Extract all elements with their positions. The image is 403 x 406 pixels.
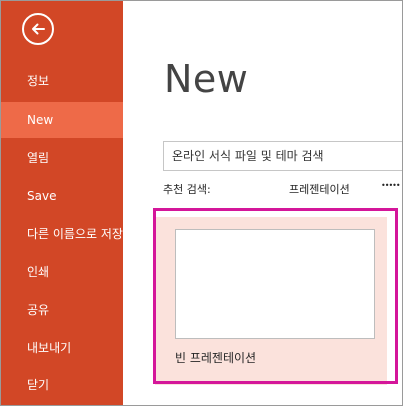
- suggested-searches-label: 추천 검색:: [163, 183, 211, 196]
- more-suggestions-icon: •••••: [381, 181, 401, 190]
- suggested-search-link-presentation[interactable]: 프레젠테이션: [289, 181, 350, 197]
- nav-item-info[interactable]: 정보: [1, 63, 123, 99]
- back-button[interactable]: [22, 13, 54, 45]
- nav-item-close[interactable]: 닫기: [1, 367, 123, 403]
- backstage-window: 정보 New 열림 Save 다른 이름으로 저장 인쇄 공유 내보내기 닫기 …: [0, 0, 403, 406]
- template-thumbnail: [175, 229, 375, 339]
- nav-item-save-as[interactable]: 다른 이름으로 저장: [1, 216, 123, 252]
- nav-item-new[interactable]: New: [1, 102, 123, 138]
- nav-item-share[interactable]: 공유: [1, 292, 123, 328]
- nav-item-export[interactable]: 내보내기: [1, 330, 123, 366]
- template-search-box: [163, 141, 402, 171]
- backstage-sidebar: 정보 New 열림 Save 다른 이름으로 저장 인쇄 공유 내보내기 닫기: [1, 1, 123, 405]
- new-pane: New 추천 검색: 프레젠테이션 ••••• 빈 프레젠테이션: [123, 1, 402, 405]
- page-title: New: [164, 57, 249, 101]
- back-arrow-icon: [32, 23, 45, 35]
- template-tile-blank-presentation[interactable]: 빈 프레젠테이션: [155, 217, 387, 385]
- template-label: 빈 프레젠테이션: [175, 351, 257, 365]
- template-search-input[interactable]: [164, 142, 396, 170]
- nav-item-save[interactable]: Save: [1, 178, 123, 214]
- nav-item-print[interactable]: 인쇄: [1, 254, 123, 290]
- nav-item-open[interactable]: 열림: [1, 140, 123, 176]
